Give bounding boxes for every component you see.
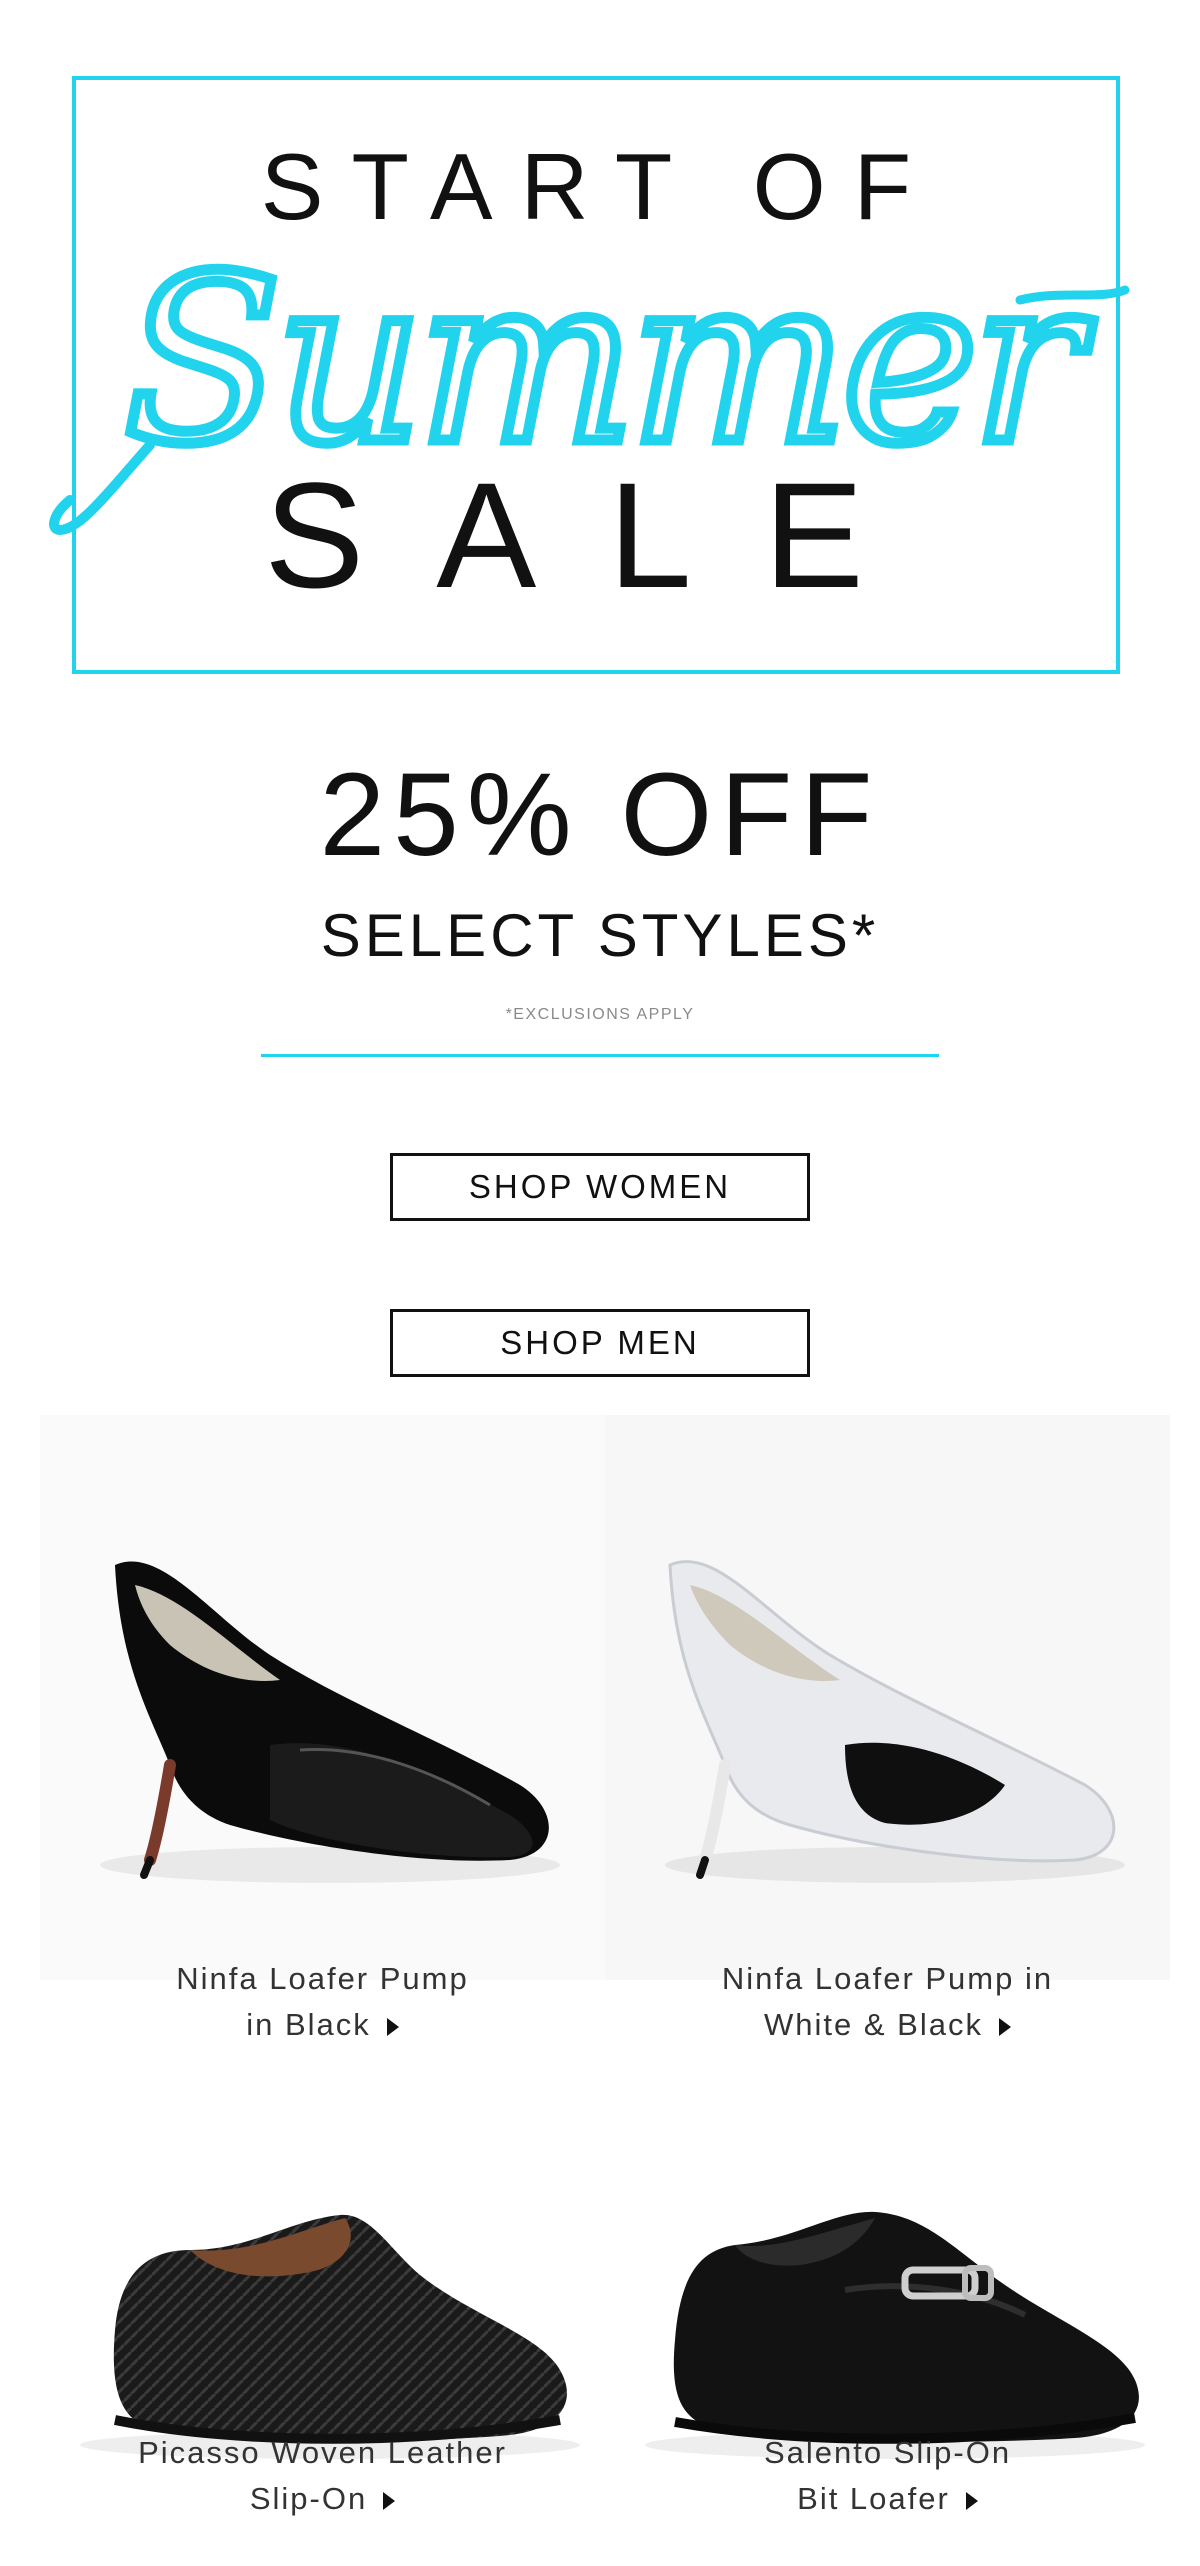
shop-men-button[interactable]: SHOP MEN <box>390 1309 810 1377</box>
product-caption-salento-bit-loafer[interactable]: Salento Slip-On Bit Loafer <box>605 2430 1170 2522</box>
product-title-line2: Bit Loafer <box>797 2481 950 2516</box>
product-image-ninfa-black[interactable] <box>40 1415 605 1980</box>
product-caption-ninfa-black[interactable]: Ninfa Loafer Pump in Black <box>40 1956 605 2048</box>
chevron-right-icon <box>965 2491 978 2510</box>
product-caption-picasso-woven[interactable]: Picasso Woven Leather Slip-On <box>40 2430 605 2522</box>
product-title-line2: in Black <box>246 2007 371 2042</box>
hero-title-sale: SALE <box>264 451 936 619</box>
product-title-line1: Ninfa Loafer Pump <box>176 1961 469 1996</box>
product-title-line1: Picasso Woven Leather <box>138 2435 507 2470</box>
hero-title-start-of: START OF <box>260 134 940 239</box>
product-image-ninfa-white-black[interactable] <box>605 1415 1170 1980</box>
exclusions-note: *EXCLUSIONS APPLY <box>505 1006 695 1023</box>
product-title-line1: Ninfa Loafer Pump in <box>721 1961 1054 1996</box>
offer-headline: 25% OFF <box>319 749 881 881</box>
product-caption-ninfa-white-black[interactable]: Ninfa Loafer Pump in White & Black <box>605 1956 1170 2048</box>
chevron-right-icon <box>998 2017 1011 2036</box>
chevron-right-icon <box>386 2017 399 2036</box>
product-title-line2: Slip-On <box>249 2481 368 2516</box>
chevron-right-icon <box>383 2491 396 2510</box>
product-title-line2: White & Black <box>764 2007 983 2042</box>
divider <box>261 1054 939 1057</box>
shop-women-button[interactable]: SHOP WOMEN <box>390 1153 810 1221</box>
product-title-line1: Salento Slip-On <box>763 2435 1012 2470</box>
offer-subline: SELECT STYLES* <box>320 902 880 969</box>
pump-shoe-white-illustration <box>665 1560 1125 1883</box>
pump-shoe-black-illustration <box>100 1561 560 1883</box>
